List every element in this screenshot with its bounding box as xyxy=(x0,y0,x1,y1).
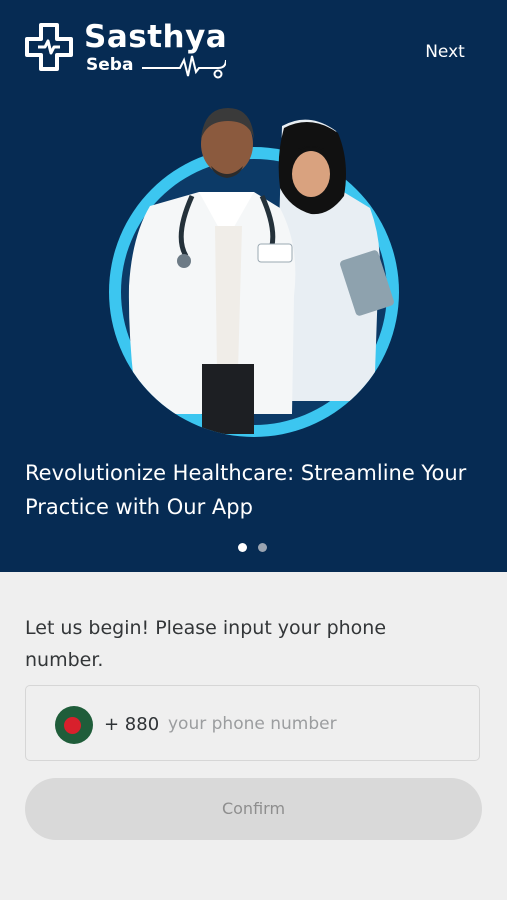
brand-subname: Seba xyxy=(86,55,134,75)
onboarding-hero: Sasthya Seba Next Revolutionize Healthca… xyxy=(0,0,507,572)
country-code[interactable]: + 880 xyxy=(104,710,159,740)
phone-input[interactable] xyxy=(168,708,458,740)
carousel-pagination xyxy=(238,543,272,553)
doctors-illustration xyxy=(109,108,399,437)
flag-red-disc xyxy=(64,717,81,734)
pagination-dot[interactable] xyxy=(258,543,267,552)
app-logo: Sasthya Seba xyxy=(24,18,234,80)
confirm-button[interactable]: Confirm xyxy=(25,778,482,840)
pagination-dot-active[interactable] xyxy=(238,543,247,552)
medical-cross-icon xyxy=(25,23,73,71)
bangladesh-flag-icon[interactable] xyxy=(55,706,93,744)
next-button[interactable]: Next xyxy=(410,38,480,66)
onboarding-headline: Revolutionize Healthcare: Streamline You… xyxy=(25,461,467,519)
brand-name: Sasthya xyxy=(84,19,228,55)
heartbeat-stethoscope-icon xyxy=(142,55,226,79)
phone-prompt: Let us begin! Please input your phone nu… xyxy=(25,617,387,671)
phone-number-field[interactable]: + 880 xyxy=(25,685,480,761)
